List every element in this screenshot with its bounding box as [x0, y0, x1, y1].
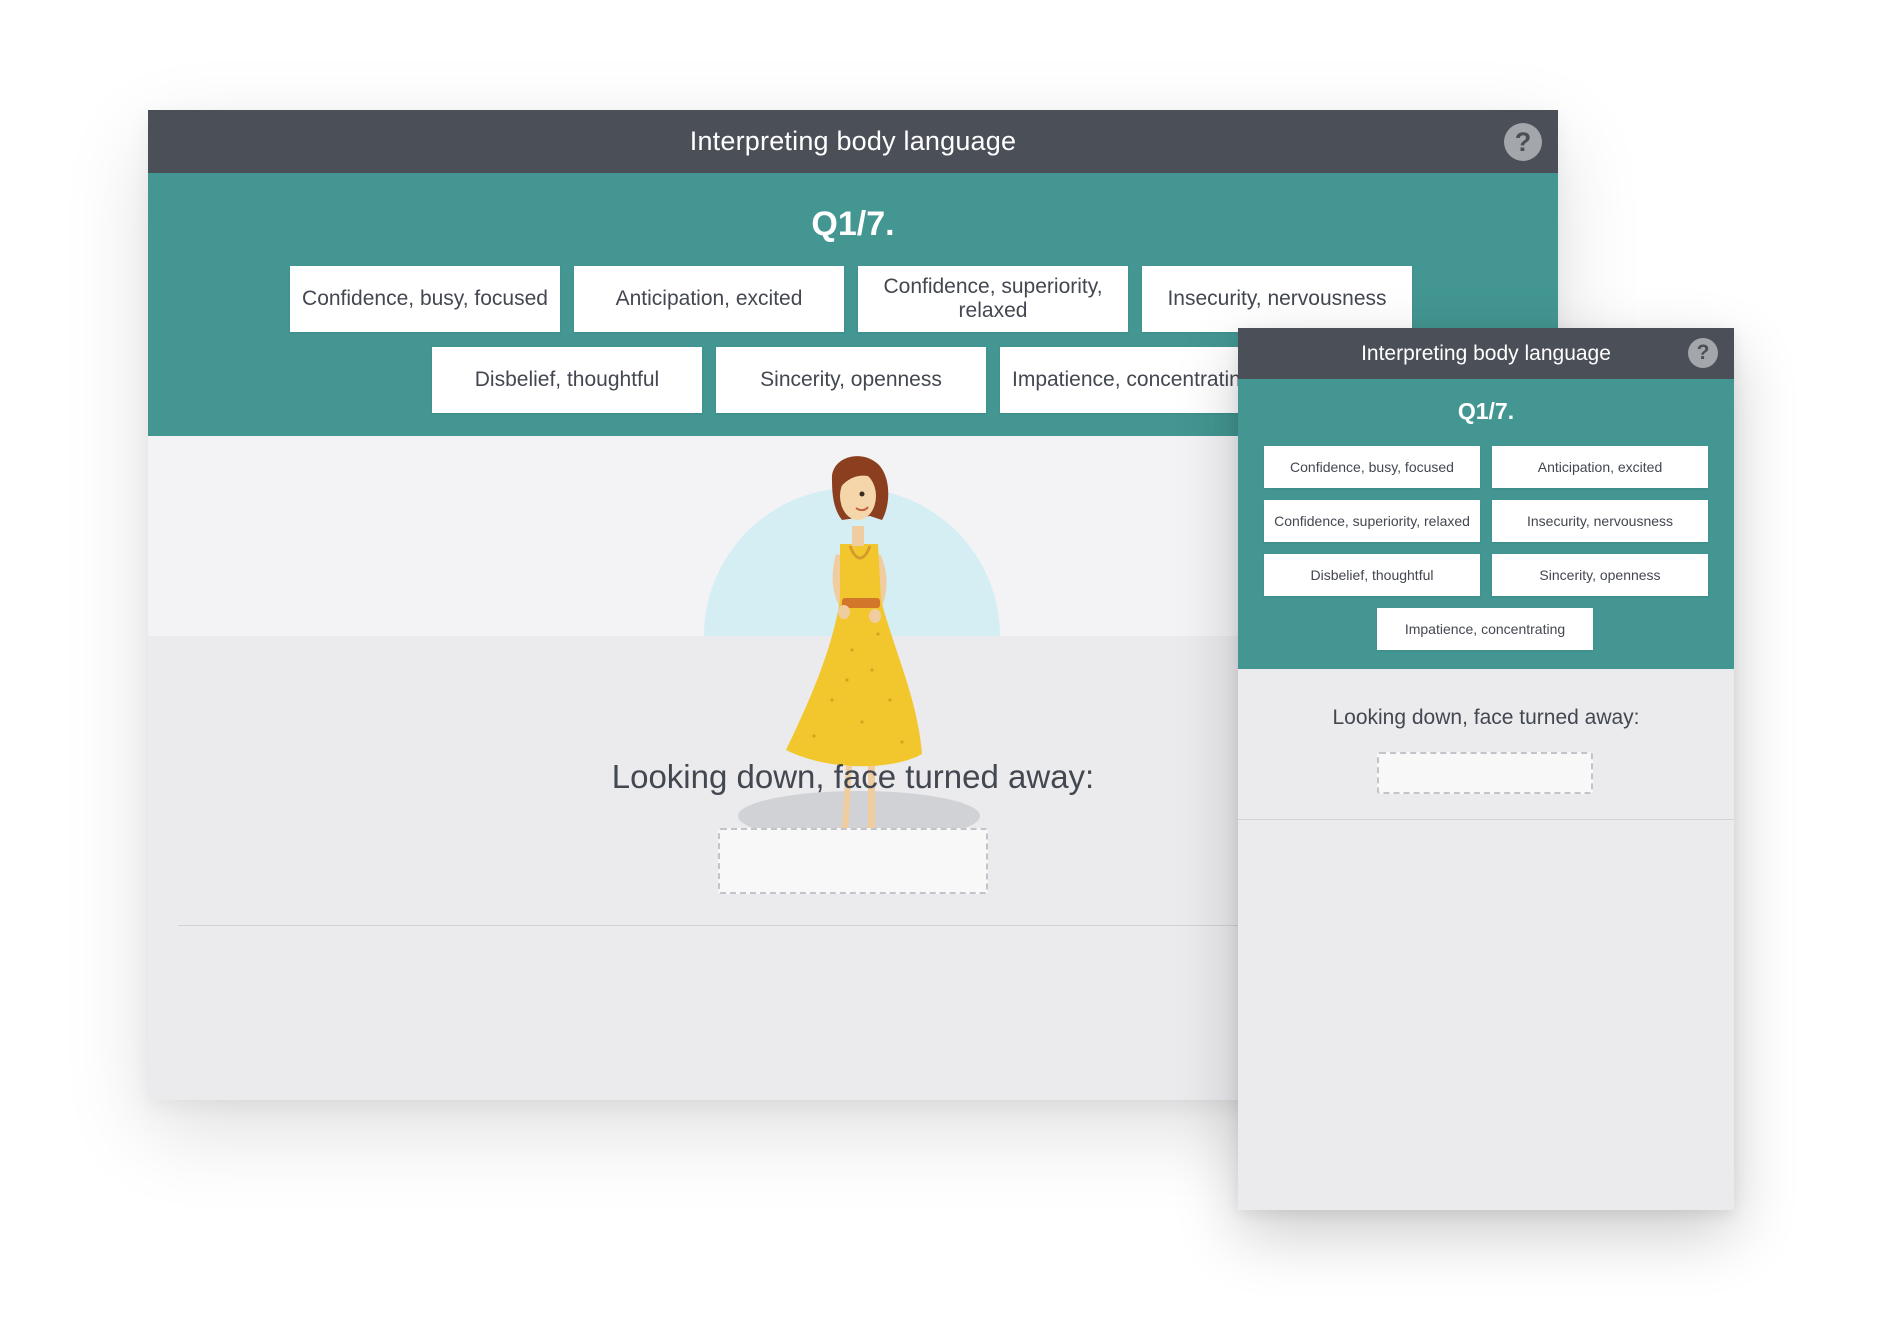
app-title: Interpreting body language [689, 126, 1017, 156]
answer-drop-zone[interactable] [718, 828, 988, 894]
question-number: Q1/7. [811, 205, 895, 243]
mobile-quiz-window: Interpreting body language ? Q1/7. Confi… [1238, 328, 1734, 1210]
option-chip[interactable]: Confidence, superiority, relaxed [858, 266, 1128, 332]
option-chip[interactable]: Sincerity, openness [716, 347, 986, 413]
option-chip[interactable]: Sincerity, openness [1492, 554, 1708, 596]
option-chip[interactable]: Confidence, superiority, relaxed [1264, 500, 1480, 542]
help-icon[interactable]: ? [1688, 338, 1718, 368]
option-chip[interactable]: Impatience, concentrating [1377, 608, 1593, 650]
option-chip[interactable]: Impatience, concentrating [1000, 347, 1270, 413]
option-chip[interactable]: Anticipation, excited [1492, 446, 1708, 488]
option-chip[interactable]: Insecurity, nervousness [1492, 500, 1708, 542]
option-chip[interactable]: Insecurity, nervousness [1142, 266, 1412, 332]
answer-drop-zone[interactable] [1377, 752, 1593, 794]
option-chip[interactable]: Anticipation, excited [574, 266, 844, 332]
help-icon[interactable]: ? [1504, 123, 1542, 161]
option-chip[interactable]: Confidence, busy, focused [1264, 446, 1480, 488]
question-number: Q1/7. [1457, 398, 1515, 424]
option-chip[interactable]: Confidence, busy, focused [290, 266, 560, 332]
title-bar: Interpreting body language [1238, 328, 1734, 379]
option-chip[interactable]: Disbelief, thoughtful [1264, 554, 1480, 596]
divider [1238, 819, 1734, 820]
title-bar: Interpreting body language [148, 110, 1558, 173]
option-chip[interactable]: Disbelief, thoughtful [432, 347, 702, 413]
question-prompt: Looking down, face turned away: [1332, 706, 1640, 729]
app-title: Interpreting body language [1361, 341, 1611, 365]
